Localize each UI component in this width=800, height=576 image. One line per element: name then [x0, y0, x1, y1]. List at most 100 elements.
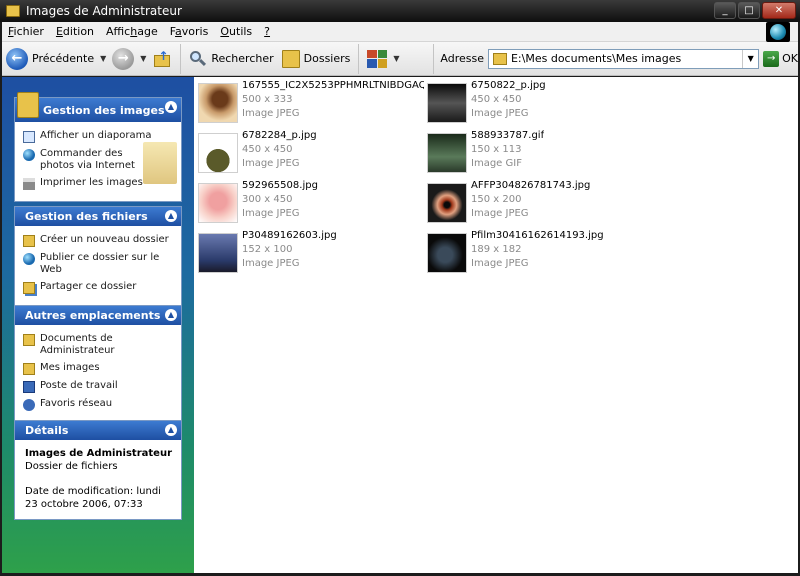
folder-icon — [23, 334, 35, 346]
globe-icon — [23, 253, 35, 265]
task-share-folder[interactable]: Partager ce dossier — [23, 281, 175, 294]
folders-button[interactable]: Dossiers — [278, 45, 355, 73]
title-bar[interactable]: Images de Administrateur _ □ ✕ — [0, 0, 800, 22]
file-list: 167555_IC2X5253PPHMRLTNIBDGAQ4B... 500 x… — [194, 77, 798, 573]
task-label: Publier ce dossier sur le Web — [40, 252, 160, 275]
menu-favoris[interactable]: Favoris — [164, 25, 215, 38]
image-thumbnail — [198, 133, 238, 173]
up-folder-button[interactable]: ↑ — [148, 45, 176, 73]
file-item[interactable]: AFFP304826781743.jpg 150 x 200 Image JPE… — [427, 179, 655, 227]
back-button[interactable]: ← Précédente — [2, 45, 98, 73]
share-folder-icon — [23, 282, 35, 294]
go-button[interactable]: → OK — [763, 50, 799, 67]
new-folder-icon — [23, 235, 35, 247]
file-item[interactable]: Pfilm30416162614193.jpg 189 x 182 Image … — [427, 229, 655, 277]
file-type: Image JPEG — [471, 258, 529, 269]
file-name: 588933787.gif — [471, 130, 545, 141]
place-favoris-reseau[interactable]: Favoris réseau — [23, 398, 175, 411]
collapse-icon[interactable]: ▲ — [165, 101, 177, 113]
file-name: 167555_IC2X5253PPHMRLTNIBDGAQ4B... — [242, 80, 424, 91]
file-type: Image GIF — [471, 158, 522, 169]
panel-gestion-fichiers: Gestion des fichiers ▲ Créer un nouveau … — [14, 206, 182, 306]
place-label: Poste de travail — [40, 380, 118, 391]
collapse-icon[interactable]: ▲ — [165, 210, 177, 222]
file-dimensions: 450 x 450 — [471, 94, 522, 105]
minimize-button[interactable]: _ — [714, 2, 736, 19]
place-label: Favoris réseau — [40, 398, 113, 409]
file-item[interactable]: 167555_IC2X5253PPHMRLTNIBDGAQ4B... 500 x… — [198, 79, 426, 127]
toolbar-separator — [358, 43, 360, 74]
task-publish-web[interactable]: Publier ce dossier sur le Web — [23, 252, 175, 276]
toolbar: ← Précédente ▼ → ▼ ↑ Rechercher Dossiers… — [2, 42, 798, 76]
forward-dropdown-icon[interactable]: ▼ — [140, 54, 146, 63]
collapse-icon[interactable]: ▲ — [165, 309, 177, 321]
place-poste-travail[interactable]: Poste de travail — [23, 380, 175, 393]
forward-arrow-icon: → — [112, 47, 135, 70]
panel-header-files[interactable]: Gestion des fichiers ▲ — [15, 207, 181, 226]
file-type: Image JPEG — [242, 108, 300, 119]
file-dimensions: 150 x 113 — [471, 144, 522, 155]
window-controls: _ □ ✕ — [714, 2, 796, 19]
task-label: Partager ce dossier — [40, 281, 137, 292]
panel-title: Détails — [25, 424, 69, 437]
file-dimensions: 300 x 450 — [242, 194, 293, 205]
globe-icon — [23, 149, 35, 161]
back-dropdown-icon[interactable]: ▼ — [100, 54, 106, 63]
file-type: Image JPEG — [242, 158, 300, 169]
search-button[interactable]: Rechercher — [185, 45, 277, 73]
folder-watermark-icon — [143, 142, 177, 184]
forward-button[interactable]: → — [108, 45, 138, 73]
menu-outils[interactable]: Outils — [214, 25, 258, 38]
image-thumbnail — [427, 133, 467, 173]
address-dropdown-icon[interactable]: ▼ — [742, 49, 758, 68]
file-name: P30489162603.jpg — [242, 230, 337, 241]
menu-edition[interactable]: Edition — [50, 25, 100, 38]
panel-header-details[interactable]: Détails ▲ — [15, 421, 181, 440]
address-field[interactable]: E:\Mes documents\Mes images ▼ — [487, 48, 760, 69]
task-new-folder[interactable]: Créer un nouveau dossier — [23, 234, 175, 247]
panel-title: Gestion des fichiers — [25, 210, 148, 223]
task-label: Afficher un diaporama — [40, 130, 152, 141]
address-label: Adresse — [440, 52, 484, 65]
place-mes-images[interactable]: Mes images — [23, 362, 175, 375]
collapse-icon[interactable]: ▲ — [165, 424, 177, 436]
menu-fichier[interactable]: Fichier — [2, 25, 50, 38]
windows-logo-icon — [766, 22, 790, 42]
place-documents[interactable]: Documents de Administrateur — [23, 333, 175, 357]
address-value: E:\Mes documents\Mes images — [510, 52, 682, 65]
panel-header-images[interactable]: Gestion des images ▲ — [15, 92, 181, 122]
image-thumbnail — [427, 233, 467, 273]
task-pane: Gestion des images ▲ Afficher un diapora… — [2, 77, 194, 573]
file-name: 6750822_p.jpg — [471, 80, 546, 91]
file-item[interactable]: 588933787.gif 150 x 113 Image GIF — [427, 129, 655, 177]
maximize-button[interactable]: □ — [738, 2, 760, 19]
file-name: 592965508.jpg — [242, 180, 318, 191]
back-arrow-icon: ← — [6, 47, 28, 70]
file-dimensions: 450 x 450 — [242, 144, 293, 155]
close-button[interactable]: ✕ — [762, 2, 796, 19]
file-type: Image JPEG — [471, 108, 529, 119]
file-name: 6782284_p.jpg — [242, 130, 317, 141]
views-button[interactable]: ▼ — [363, 45, 405, 73]
folders-label: Dossiers — [303, 52, 351, 65]
task-label: Imprimer les images — [40, 177, 143, 188]
image-thumbnail — [427, 83, 467, 123]
views-icon — [367, 49, 388, 68]
back-label: Précédente — [32, 52, 95, 65]
window-title: Images de Administrateur — [26, 4, 182, 18]
folder-icon — [6, 5, 20, 17]
file-item[interactable]: 592965508.jpg 300 x 450 Image JPEG — [198, 179, 426, 227]
file-item[interactable]: 6782284_p.jpg 450 x 450 Image JPEG — [198, 129, 426, 177]
file-type: Image JPEG — [471, 208, 529, 219]
image-thumbnail — [198, 83, 238, 123]
file-item[interactable]: P30489162603.jpg 152 x 100 Image JPEG — [198, 229, 426, 277]
folder-icon — [492, 52, 507, 65]
menu-affichage[interactable]: Affichage — [100, 25, 164, 38]
panel-header-places[interactable]: Autres emplacements ▲ — [15, 306, 181, 325]
menu-help[interactable]: ? — [258, 25, 276, 38]
go-label: OK — [782, 52, 799, 65]
file-item[interactable]: 6750822_p.jpg 450 x 450 Image JPEG — [427, 79, 655, 127]
explorer-window: Images de Administrateur _ □ ✕ Fichier E… — [0, 0, 800, 576]
details-modified: Date de modification: lundi 23 octobre 2… — [25, 486, 161, 510]
place-label: Documents de Administrateur — [40, 333, 115, 356]
